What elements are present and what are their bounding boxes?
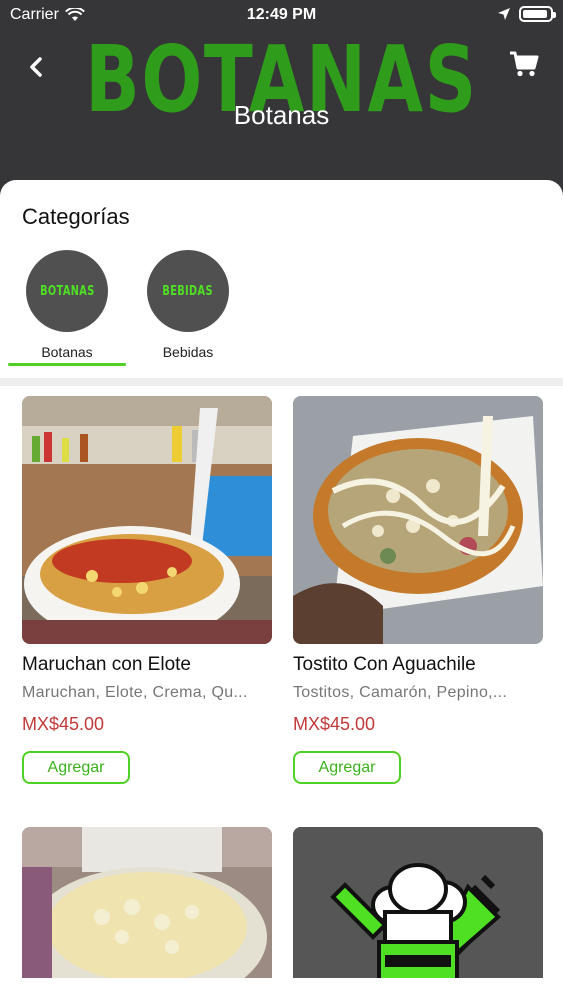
product-photo [22, 396, 272, 644]
product-photo [22, 827, 272, 978]
cart-icon [510, 51, 539, 77]
back-button[interactable] [22, 50, 50, 84]
category-badge: BOTANAS [26, 250, 108, 332]
product-image[interactable] [22, 827, 272, 978]
product-card[interactable] [22, 827, 272, 978]
category-label: Botanas [41, 344, 93, 360]
product-card[interactable]: Tostito Con Aguachile Tostitos, Camarón,… [293, 396, 543, 784]
product-name: Maruchan con Elote [22, 654, 191, 675]
categories-heading: Categorías [22, 204, 130, 229]
category-bebidas[interactable]: BEBIDAS Bebidas [128, 250, 248, 370]
selected-category-indicator [8, 363, 126, 366]
category-badge-text: BOTANAS [39, 283, 95, 299]
cart-button[interactable] [509, 50, 539, 80]
header: Carrier 12:49 PM BOTANAS Botanas [0, 0, 563, 200]
status-time: 12:49 PM [246, 6, 317, 23]
category-badge: BEBIDAS [147, 250, 229, 332]
chevron-left-icon [30, 57, 42, 77]
product-image[interactable] [293, 396, 543, 644]
divider [0, 378, 563, 386]
product-image[interactable] [293, 827, 543, 978]
product-description: Tostitos, Camarón, Pepino,... [293, 684, 508, 701]
add-to-cart-button[interactable]: Agregar [22, 751, 130, 784]
location-arrow-icon [498, 8, 510, 20]
product-image[interactable] [22, 396, 272, 644]
category-badge-text: BEBIDAS [162, 283, 214, 299]
category-label: Bebidas [162, 344, 214, 360]
product-price: MX$45.00 [293, 714, 376, 734]
product-name: Tostito Con Aguachile [293, 654, 476, 675]
product-card[interactable]: Maruchan con Elote Maruchan, Elote, Crem… [22, 396, 272, 784]
category-botanas[interactable]: BOTANAS Botanas [7, 250, 127, 370]
categories-panel: Categorías BOTANAS Botanas BEBIDAS Bebid… [0, 180, 563, 380]
product-description: Maruchan, Elote, Crema, Qu... [22, 684, 248, 701]
add-to-cart-button[interactable]: Agregar [293, 751, 401, 784]
chef-logo-icon [293, 827, 543, 978]
product-price: MX$45.00 [22, 714, 105, 734]
page-title: Botanas [233, 100, 330, 130]
product-card[interactable] [293, 827, 543, 978]
status-right [497, 6, 556, 22]
battery-icon [519, 6, 556, 22]
product-photo [293, 396, 543, 644]
